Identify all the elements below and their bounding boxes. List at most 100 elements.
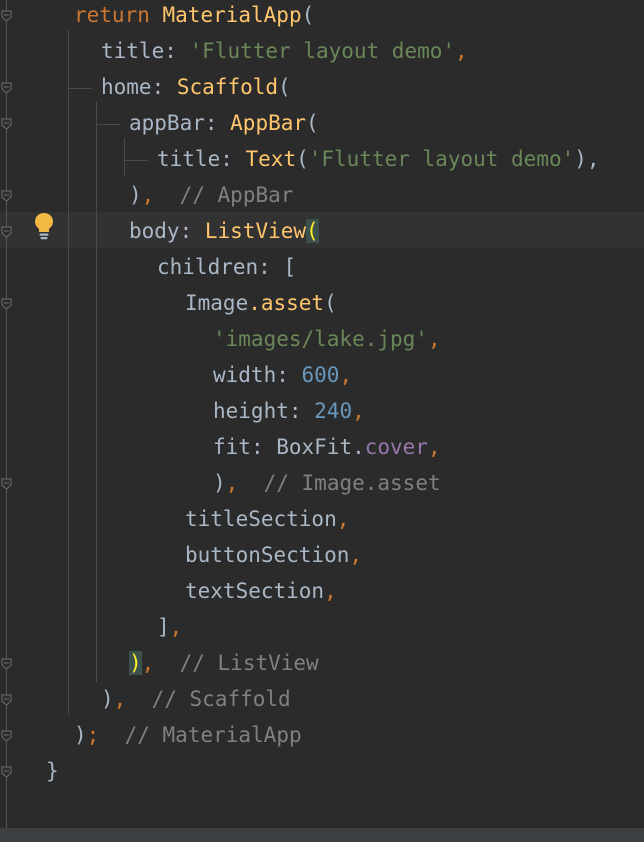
fold-marker-icon[interactable] — [1, 694, 12, 706]
code-token: buttonSection — [185, 543, 350, 567]
code-token: 600 — [301, 363, 340, 387]
code-line[interactable]: width: 600, — [213, 357, 352, 393]
code-token: textSection — [185, 579, 325, 603]
fold-marker-icon[interactable] — [1, 10, 12, 22]
code-token: Text — [245, 147, 297, 171]
fold-marker-icon[interactable] — [1, 226, 12, 238]
indent-guide-branch — [68, 88, 92, 89]
code-token: ( — [324, 291, 337, 315]
code-token: Scaffold — [176, 75, 279, 99]
code-token: AppBar — [230, 111, 307, 135]
fold-marker-icon[interactable] — [1, 82, 12, 94]
code-line[interactable]: 'images/lake.jpg', — [213, 321, 441, 357]
indent-guide — [68, 30, 69, 715]
code-token: home — [101, 75, 152, 99]
fold-marker-icon[interactable] — [1, 478, 12, 490]
code-editor[interactable]: return MaterialApp(title: 'Flutter layou… — [0, 0, 644, 828]
code-token: MaterialApp — [162, 3, 302, 27]
code-line[interactable]: ), // AppBar — [129, 177, 293, 213]
code-line[interactable]: Image.asset( — [185, 285, 337, 321]
code-token: // MaterialApp — [99, 723, 302, 747]
code-line[interactable]: ], — [157, 609, 182, 645]
code-line[interactable]: home: Scaffold( — [101, 69, 291, 105]
code-token: , — [324, 579, 337, 603]
fold-marker-icon[interactable] — [1, 298, 12, 310]
code-line[interactable]: ), // Image.asset — [213, 465, 441, 501]
code-token: , — [141, 651, 155, 675]
code-line[interactable]: ); // MaterialApp — [74, 717, 302, 753]
code-token: ListView — [204, 219, 307, 243]
code-token: , — [169, 615, 183, 639]
code-token: : — [220, 147, 246, 171]
code-token: , — [427, 327, 441, 351]
code-token: ), — [574, 147, 600, 171]
code-token: , — [349, 543, 363, 567]
indent-guide-branch — [96, 124, 120, 125]
code-line[interactable]: fit: BoxFit.cover, — [213, 429, 441, 465]
code-token: : [ — [258, 255, 297, 279]
code-token: 'Flutter layout demo' — [189, 39, 456, 63]
code-token: ( — [278, 75, 291, 99]
code-token: : — [288, 399, 315, 423]
code-token: 'Flutter layout demo' — [308, 147, 575, 171]
fold-marker-icon[interactable] — [1, 190, 12, 202]
code-line[interactable]: ), // ListView — [129, 645, 319, 681]
code-token: : — [276, 363, 302, 387]
code-line[interactable]: title: Text('Flutter layout demo'), — [157, 141, 600, 177]
code-token: , — [225, 471, 239, 495]
code-token: ( — [301, 3, 315, 27]
code-token: , — [339, 363, 353, 387]
code-token: height — [213, 399, 289, 423]
code-token: , — [352, 399, 365, 423]
indent-guide-branch — [124, 160, 148, 161]
code-token: 240 — [314, 399, 353, 423]
code-token: ) — [129, 651, 142, 675]
code-token: fit — [213, 435, 251, 459]
lightbulb-icon[interactable] — [33, 211, 55, 241]
fold-marker-icon[interactable] — [1, 766, 12, 778]
code-token: titleSection — [185, 507, 337, 531]
code-token: : — [151, 75, 177, 99]
code-token: ( — [296, 147, 309, 171]
indent-guide — [96, 102, 97, 682]
code-token: // Image.asset — [238, 471, 441, 495]
code-token: Image — [185, 291, 249, 315]
code-line[interactable]: title: 'Flutter layout demo', — [101, 33, 468, 69]
code-token: title — [157, 147, 221, 171]
code-token: } — [46, 759, 59, 783]
code-line[interactable]: height: 240, — [213, 393, 365, 429]
code-line[interactable]: appBar: AppBar( — [129, 105, 319, 141]
code-token: : — [179, 219, 205, 243]
code-token: ( — [306, 219, 319, 243]
code-line[interactable]: buttonSection, — [185, 537, 362, 573]
code-token: ; — [86, 723, 100, 747]
code-token: ] — [157, 615, 170, 639]
code-line[interactable]: children: [ — [157, 249, 296, 285]
code-line[interactable]: return MaterialApp( — [74, 0, 314, 33]
horizontal-scrollbar[interactable] — [0, 828, 644, 842]
code-token: .asset — [248, 291, 325, 315]
code-token: , — [455, 39, 468, 63]
code-token: body — [129, 219, 180, 243]
fold-marker-icon[interactable] — [1, 730, 12, 742]
code-token: 'images/lake.jpg' — [213, 327, 428, 351]
code-token: // AppBar — [154, 183, 294, 207]
code-line[interactable]: ), // Scaffold — [101, 681, 291, 717]
code-token: : — [204, 111, 231, 135]
code-token: : — [164, 39, 190, 63]
code-token: ) — [101, 687, 114, 711]
code-line[interactable]: } — [46, 753, 59, 789]
code-line[interactable]: textSection, — [185, 573, 337, 609]
code-token: ) — [213, 471, 226, 495]
code-token: ) — [74, 723, 87, 747]
fold-marker-icon[interactable] — [1, 118, 12, 130]
code-token: ( — [306, 111, 319, 135]
code-line[interactable]: body: ListView( — [129, 213, 319, 249]
code-token: return — [74, 3, 163, 27]
code-token: // ListView — [154, 651, 319, 675]
code-token: children — [157, 255, 259, 279]
code-token: , — [113, 687, 127, 711]
code-line[interactable]: titleSection, — [185, 501, 349, 537]
indent-guide — [124, 138, 125, 176]
fold-marker-icon[interactable] — [1, 658, 12, 670]
